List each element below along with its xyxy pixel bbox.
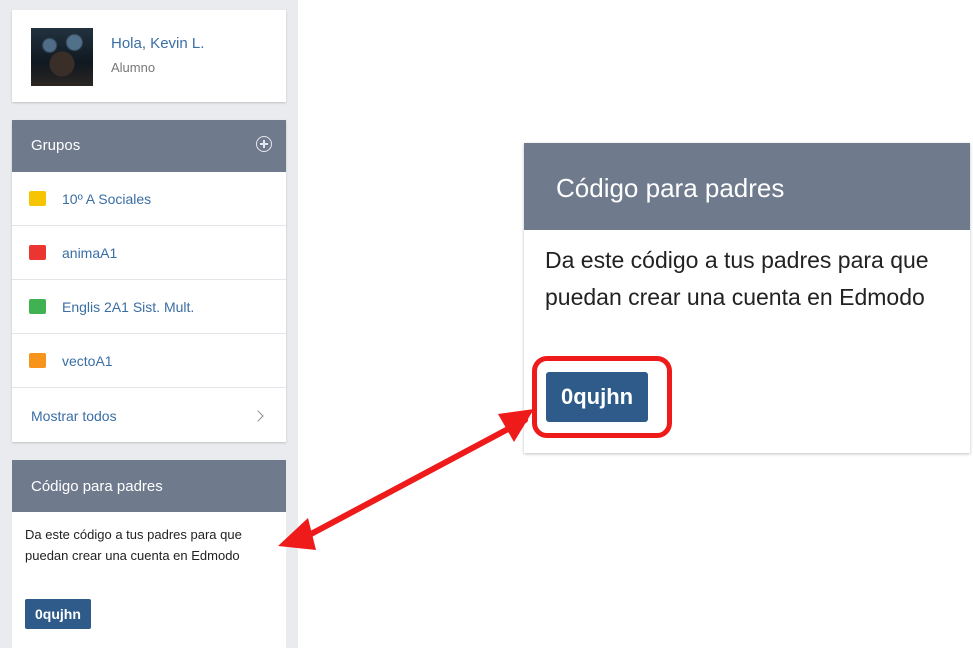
arrow-line xyxy=(293,417,528,545)
double-arrow-annotation xyxy=(278,409,534,550)
arrow-head-left xyxy=(278,518,316,550)
arrow-head-right xyxy=(498,409,534,442)
